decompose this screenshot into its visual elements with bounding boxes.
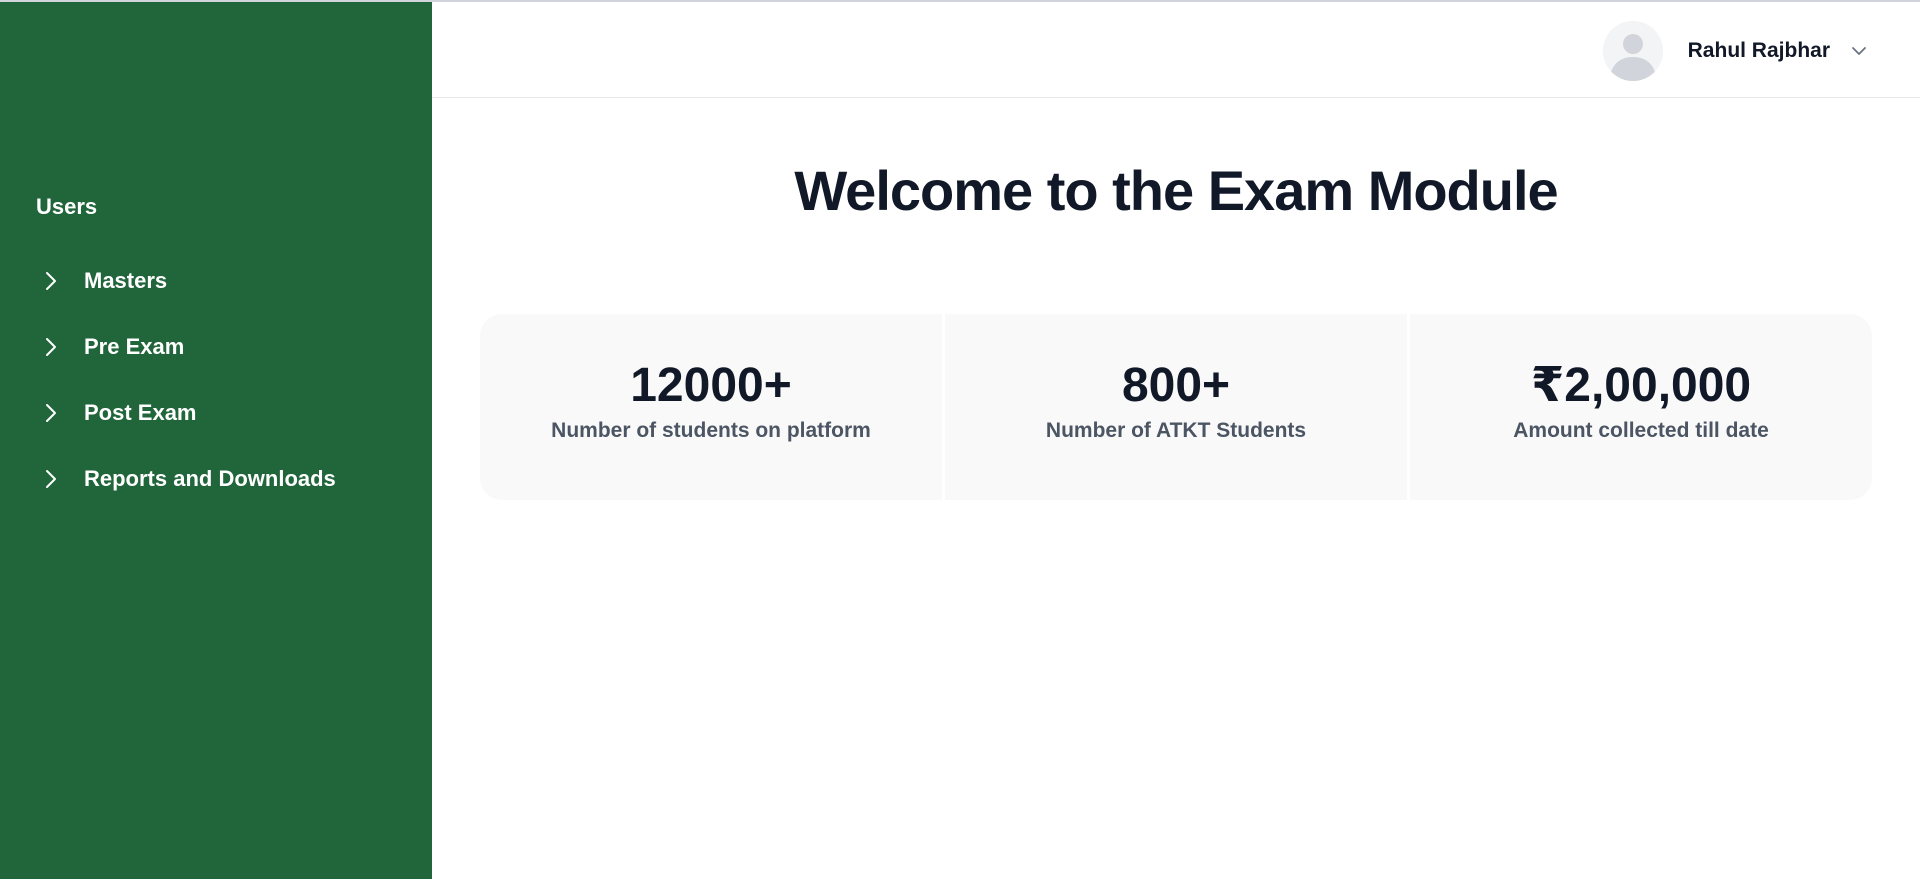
sidebar-item-label: Post Exam bbox=[84, 400, 197, 425]
sidebar-item-label: Masters bbox=[84, 268, 168, 293]
page-title: Welcome to the Exam Module bbox=[794, 159, 1558, 222]
main-content: Welcome to the Exam Module 12000+ Number… bbox=[432, 98, 1920, 879]
top-header: Rahul Rajbhar bbox=[432, 2, 1920, 98]
stat-label: Number of students on platform bbox=[551, 419, 871, 442]
sidebar-item-reports-and-downloads[interactable]: Reports and Downloads bbox=[0, 446, 432, 512]
stat-card-students: 12000+ Number of students on platform bbox=[480, 314, 942, 500]
sidebar-item-label: Reports and Downloads bbox=[84, 466, 336, 491]
stat-label: Amount collected till date bbox=[1513, 419, 1769, 442]
chevron-right-icon bbox=[46, 470, 56, 488]
sidebar-item-label: Pre Exam bbox=[84, 334, 185, 359]
sidebar-item-post-exam[interactable]: Post Exam bbox=[0, 380, 432, 446]
sidebar-item-masters[interactable]: Masters bbox=[0, 248, 432, 314]
chevron-right-icon bbox=[46, 272, 56, 290]
sidebar-nav: Masters Pre Exam Post Exam Reports and D… bbox=[0, 248, 432, 512]
stat-value: 800+ bbox=[1121, 359, 1231, 412]
user-menu-button[interactable]: Rahul Rajbhar bbox=[1602, 20, 1868, 82]
chevron-right-icon bbox=[46, 338, 56, 356]
stat-value: ₹2,00,000 bbox=[1530, 359, 1752, 412]
chevron-right-icon bbox=[46, 404, 56, 422]
sidebar: Users Masters Pre Exam Post Exam Reports… bbox=[0, 2, 432, 879]
stat-card-atkt-students: 800+ Number of ATKT Students bbox=[945, 314, 1407, 500]
sidebar-item-users[interactable]: Users bbox=[36, 193, 97, 221]
stat-card-amount-collected: ₹2,00,000 Amount collected till date bbox=[1410, 314, 1872, 500]
user-avatar-icon bbox=[1602, 21, 1663, 81]
user-name: Rahul Rajbhar bbox=[1687, 39, 1830, 62]
chevron-down-icon bbox=[1852, 47, 1866, 55]
stat-label: Number of ATKT Students bbox=[1045, 419, 1307, 442]
app-root: Users Masters Pre Exam Post Exam Reports… bbox=[0, 0, 1920, 879]
sidebar-item-pre-exam[interactable]: Pre Exam bbox=[0, 314, 432, 380]
stat-value: 12000+ bbox=[630, 359, 792, 412]
stats-panel: 12000+ Number of students on platform 80… bbox=[480, 314, 1872, 500]
